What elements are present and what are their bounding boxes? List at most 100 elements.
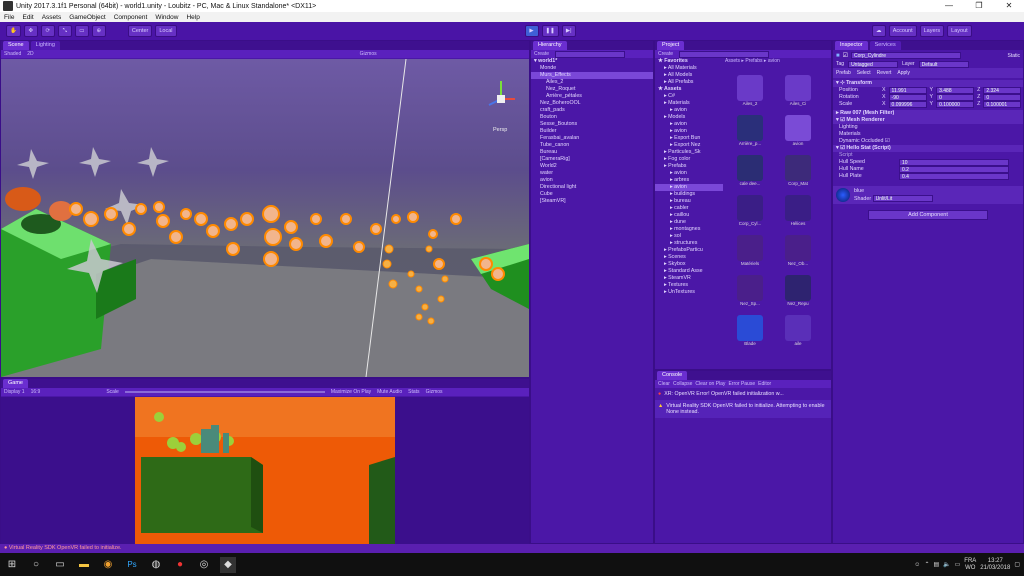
asset-item[interactable]: Ailes_2 — [733, 75, 767, 115]
hierarchy-item[interactable]: craft_pads — [531, 107, 653, 114]
project-tree-item[interactable]: ▸ avion — [655, 107, 723, 114]
script-header[interactable]: ▾ ☑ Hello Stat (Script) — [833, 145, 1023, 152]
layer-dropdown[interactable]: Default — [918, 61, 969, 68]
hierarchy-item[interactable]: Cube — [531, 191, 653, 198]
hierarchy-item[interactable]: [CameraRig] — [531, 156, 653, 163]
project-tree-item[interactable]: ▸ SteamVR — [655, 275, 723, 282]
scale-slider-label[interactable]: Scale — [106, 389, 119, 395]
project-tree-item[interactable]: ▸ Particules_Sk — [655, 149, 723, 156]
shading-mode-dropdown[interactable]: Shaded — [4, 51, 21, 57]
project-tree-item[interactable]: ▸ caillou — [655, 212, 723, 219]
layers-dropdown[interactable]: Layers — [919, 25, 945, 37]
collab-cloud-icon[interactable]: ☁ — [871, 25, 886, 37]
transform-z-field[interactable]: 2.324 — [983, 87, 1022, 94]
asset-item[interactable]: Ailes_Ci — [781, 75, 815, 115]
hierarchy-item[interactable]: Bureau — [531, 149, 653, 156]
maximize-on-play-toggle[interactable]: Maximize On Play — [331, 389, 371, 395]
asset-item[interactable]: cale dee... — [733, 155, 767, 195]
display-dropdown[interactable]: Display 1 — [4, 389, 25, 395]
materials-foldout[interactable]: Materials — [833, 131, 1023, 138]
rotate-tool-button[interactable]: ⟳ — [40, 25, 55, 37]
project-tree-item[interactable]: ▸ arbres — [655, 177, 723, 184]
game-gizmos-dropdown[interactable]: Gizmos — [426, 389, 443, 395]
photoshop-icon[interactable]: Ps — [124, 557, 140, 573]
tag-dropdown[interactable]: Untagged — [848, 61, 899, 68]
project-create-dropdown[interactable]: Create — [658, 51, 673, 57]
hierarchy-item[interactable]: Ferasbai_avalan — [531, 135, 653, 142]
mute-audio-toggle[interactable]: Mute Audio — [377, 389, 402, 395]
asset-item[interactable]: avion — [781, 115, 815, 155]
chrome-icon[interactable]: ◉ — [100, 557, 116, 573]
project-tree-item[interactable]: ▸ montagnes — [655, 226, 723, 233]
asset-item[interactable]: Blade — [733, 315, 767, 355]
transform-tool-button[interactable]: ⊕ — [91, 25, 106, 37]
tab-game[interactable]: Game — [3, 379, 28, 388]
clock[interactable]: 13:27 21/03/2018 — [980, 558, 1010, 572]
asset-item[interactable]: aile — [781, 315, 815, 355]
project-tree-item[interactable]: ▸ Skybox — [655, 261, 723, 268]
2d-toggle[interactable]: 2D — [27, 51, 33, 57]
windows-start-icon[interactable]: ⊞ — [4, 557, 20, 573]
transform-z-field[interactable]: 0 — [983, 94, 1022, 101]
hierarchy-item[interactable]: Nez_Roquet — [531, 86, 653, 93]
aspect-dropdown[interactable]: 16:9 — [31, 389, 41, 395]
project-tree-item[interactable]: ▸ avion — [655, 121, 723, 128]
active-checkbox[interactable]: ☑ — [843, 52, 848, 59]
tray-chevron-icon[interactable]: ⌃ — [924, 561, 929, 568]
task-view-icon[interactable]: ▭ — [52, 557, 68, 573]
tab-project[interactable]: Project — [657, 41, 685, 50]
project-tree-item[interactable]: ▸ All Models — [655, 72, 723, 79]
people-icon[interactable]: ☺ — [914, 562, 920, 568]
unity-hub-icon[interactable]: ◎ — [196, 557, 212, 573]
console-editor-dropdown[interactable]: Editor — [758, 381, 771, 387]
scale-tool-button[interactable]: ⤡ — [57, 25, 72, 37]
transform-x-field[interactable]: 0.099996 — [888, 101, 927, 108]
project-tree-item[interactable]: ▸ avion — [655, 184, 723, 191]
status-bar[interactable]: ● Virtual Reality SDK OpenVR failed to i… — [0, 544, 1024, 553]
tab-inspector[interactable]: Inspector — [835, 41, 868, 50]
move-tool-button[interactable]: ✥ — [23, 25, 38, 37]
console-collapse-button[interactable]: Collapse — [673, 381, 692, 387]
tab-services[interactable]: Services — [869, 41, 901, 50]
transform-x-field[interactable]: -90 — [888, 94, 927, 101]
stats-toggle[interactable]: Stats — [408, 389, 419, 395]
project-search-input[interactable] — [679, 50, 770, 58]
unity-editor-icon[interactable]: ◆ — [220, 556, 236, 573]
record-icon[interactable]: ● — [172, 557, 188, 573]
transform-y-field[interactable]: 0.100000 — [936, 101, 975, 108]
script-value-field[interactable]: 0.2 — [899, 166, 1009, 173]
project-tree-item[interactable]: ★ Favorites — [655, 58, 723, 65]
console-message[interactable]: ● XR: OpenVR Error! OpenVR failed initia… — [655, 388, 831, 400]
pivot-local-button[interactable]: Local — [155, 25, 177, 37]
hierarchy-item[interactable]: [SteamVR] — [531, 198, 653, 205]
step-button[interactable]: ▶| — [561, 25, 576, 37]
asset-item[interactable]: Matériels — [733, 235, 767, 275]
layout-dropdown[interactable]: Layout — [947, 25, 972, 37]
asset-item[interactable]: Arrière_p... — [733, 115, 767, 155]
console-error-pause-button[interactable]: Error Pause — [728, 381, 755, 387]
console-message[interactable]: ▲ Virtual Reality SDK OpenVR failed to i… — [655, 400, 831, 418]
menu-help[interactable]: Help — [186, 14, 199, 21]
maximize-button[interactable]: ❐ — [964, 0, 994, 12]
mesh-renderer-header[interactable]: ▾ ☑ Mesh Renderer — [833, 117, 1023, 124]
dynamic-occluded-toggle[interactable]: Dynamic Occluded ☑ — [833, 138, 1023, 145]
console-clear-button[interactable]: Clear — [658, 381, 670, 387]
project-tree-item[interactable]: ▸ Textures — [655, 282, 723, 289]
script-value-field[interactable]: 0.4 — [899, 173, 1009, 180]
menu-window[interactable]: Window — [155, 14, 178, 21]
hierarchy-item[interactable]: avion — [531, 177, 653, 184]
hierarchy-item[interactable]: Directional light — [531, 184, 653, 191]
prefab-select-button[interactable]: Select — [857, 70, 871, 76]
hand-tool-button[interactable]: ✋ — [6, 25, 21, 37]
project-tree-item[interactable]: ▸ UnTextures — [655, 289, 723, 296]
prefab-revert-button[interactable]: Revert — [877, 70, 892, 76]
project-tree-item[interactable]: ▸ PrefabsParticu — [655, 247, 723, 254]
project-tree-item[interactable]: ▸ dune — [655, 219, 723, 226]
project-tree-item[interactable]: ▸ All Materials — [655, 65, 723, 72]
scale-slider[interactable] — [124, 391, 325, 393]
project-tree-item[interactable]: ▸ buildings — [655, 191, 723, 198]
play-button[interactable]: ▶ — [524, 25, 539, 37]
asset-item[interactable]: Nez_Repu — [781, 275, 815, 315]
hierarchy-item[interactable]: Murs_Effects — [531, 72, 653, 79]
project-tree-item[interactable]: ▸ cabler — [655, 205, 723, 212]
